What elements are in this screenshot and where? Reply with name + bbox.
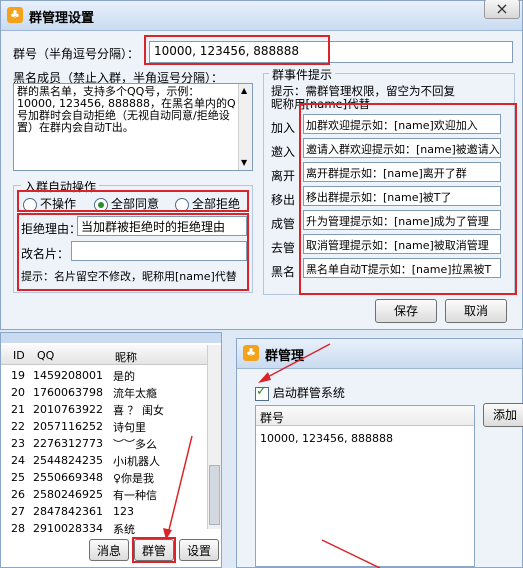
list-tabs-strip: [1, 333, 221, 343]
cell-nick: 123: [113, 505, 134, 518]
add-button[interactable]: 添加: [483, 403, 523, 427]
settings-button[interactable]: 设置: [179, 539, 219, 561]
group-manage-app-icon: ♣: [243, 345, 259, 361]
group-number-highlight: [144, 35, 330, 65]
table-row[interactable]: 22 2057116252 诗句里: [7, 418, 168, 435]
table-row[interactable]: 19 1459208001 是的: [7, 367, 168, 384]
cell-qq: 2057116252: [33, 420, 103, 433]
cell-nick: 喜 ？ 闺女: [113, 403, 164, 417]
list-header: ID QQ 昵称: [1, 345, 207, 365]
events-legend: 群事件提示: [269, 66, 336, 83]
reject-highlight: [17, 213, 249, 291]
cell-nick: 系统: [113, 522, 135, 536]
cell-id: 21: [11, 403, 25, 416]
table-row[interactable]: 21 2010763922 喜 ？ 闺女: [7, 401, 168, 418]
cell-qq: 2580246925: [33, 488, 103, 501]
group-list-col[interactable]: 群号: [260, 409, 284, 426]
event-label-promote: 成管: [271, 217, 296, 231]
cell-id: 22: [11, 420, 25, 433]
list-scrollbar[interactable]: [207, 345, 221, 529]
blacklist-scrollbar[interactable]: ▲ ▼: [238, 84, 252, 170]
table-row[interactable]: 20 1760063798 流年太瘾: [7, 384, 168, 401]
event-label-leave: 离开: [271, 169, 296, 183]
cell-nick: 流年太瘾: [113, 386, 157, 400]
list-scroll-thumb[interactable]: [209, 465, 220, 525]
cell-id: 26: [11, 488, 25, 501]
cell-nick: 有一种信: [113, 488, 157, 502]
scroll-up-icon[interactable]: ▲: [241, 85, 247, 97]
enable-checkbox[interactable]: ✓ 启动群管系统: [255, 384, 345, 401]
group-manage-window: ♣ 群管理 ✓ 启动群管系统 群号 10000, 123456, 888888 …: [236, 338, 523, 568]
group-manage-title: 群管理: [265, 349, 305, 364]
event-input-promote[interactable]: 升为管理提示如：[name]成为了管理: [303, 210, 501, 230]
table-row[interactable]: 25 2550669348 ♀你是我: [7, 469, 168, 486]
cell-qq: 2544824235: [33, 454, 103, 467]
event-input-invite[interactable]: 邀请入群欢迎提示如：[name]被邀请入: [303, 138, 501, 158]
event-input-demote[interactable]: 取消管理提示如：[name]被取消管理: [303, 234, 501, 254]
save-button[interactable]: 保存: [375, 299, 437, 323]
group-list-header: 群号: [256, 406, 474, 426]
cell-nick: ︶︶多么: [113, 437, 157, 451]
checkbox-box[interactable]: ✓: [255, 383, 269, 401]
radio-highlight: [17, 190, 249, 212]
cell-id: 23: [11, 437, 25, 450]
cell-nick: 诗句里: [113, 420, 146, 434]
blacklist-text: 群的黑名单，支持多个QQ号，示例：10000, 123456, 888888，在…: [17, 85, 236, 134]
col-nick[interactable]: 昵称: [115, 349, 137, 365]
cell-qq: 2550669348: [33, 471, 103, 484]
cell-qq: 2847842361: [33, 505, 103, 518]
member-list-window: ID QQ 昵称 19 1459208001 是的 20 1760063798 流年太瘾 2…: [0, 332, 222, 568]
cell-id: 28: [11, 522, 25, 535]
event-label-demote: 去管: [271, 241, 296, 255]
col-id[interactable]: ID: [13, 349, 25, 362]
cell-id: 27: [11, 505, 25, 518]
event-input-join[interactable]: 加群欢迎提示如：[name]欢迎加入: [303, 114, 501, 134]
group-list-item[interactable]: 10000, 123456, 888888: [260, 432, 393, 445]
cell-qq: 1760063798: [33, 386, 103, 399]
table-row[interactable]: 28 2910028334 系统: [7, 520, 168, 537]
cell-nick: ♀你是我: [113, 471, 155, 485]
group-manage-title-bar: ♣ 群管理: [237, 339, 522, 369]
scroll-down-icon[interactable]: ▼: [241, 157, 247, 169]
close-icon: ×: [495, 0, 509, 18]
app-icon: ♣: [7, 7, 23, 23]
group-settings-window: ♣ 群管理设置 × 群号（半角逗号分隔）： 10000, 123456, 888…: [0, 0, 523, 330]
check-icon: ✓: [256, 383, 267, 399]
event-label-join: 加入: [271, 121, 296, 135]
close-button[interactable]: ×: [484, 0, 520, 19]
enable-checkbox-label: 启动群管系统: [272, 386, 345, 400]
event-input-blacklist[interactable]: 黑名单自动T提示如：[name]拉黑被T: [303, 258, 501, 278]
blacklist-textarea[interactable]: 群的黑名单，支持多个QQ号，示例：10000, 123456, 888888，在…: [13, 83, 253, 171]
cell-qq: 2910028334: [33, 522, 103, 535]
message-button[interactable]: 消息: [89, 539, 129, 561]
col-qq[interactable]: QQ: [37, 349, 54, 362]
cell-nick: 小i机器人: [113, 454, 161, 468]
cell-id: 20: [11, 386, 25, 399]
group-list-box: 群号 10000, 123456, 888888: [255, 405, 475, 567]
member-table: 19 1459208001 是的 20 1760063798 流年太瘾 21 20107639…: [7, 367, 168, 537]
cell-qq: 2010763922: [33, 403, 103, 416]
table-row[interactable]: 24 2544824235 小i机器人: [7, 452, 168, 469]
cell-id: 24: [11, 454, 25, 467]
cell-id: 25: [11, 471, 25, 484]
window-title: 群管理设置: [29, 11, 95, 26]
event-label-blacklist: 黑名: [271, 265, 296, 279]
group-manage-highlight: [132, 537, 176, 563]
cancel-button[interactable]: 取消: [445, 299, 507, 323]
event-label-kick: 移出: [271, 193, 296, 207]
cell-nick: 是的: [113, 369, 135, 383]
event-input-kick[interactable]: 移出群提示如：[name]被T了: [303, 186, 501, 206]
cell-qq: 2276312773: [33, 437, 103, 450]
table-row[interactable]: 23 2276312773 ︶︶多么: [7, 435, 168, 452]
group-number-label: 群号（半角逗号分隔）：: [13, 47, 140, 61]
cell-id: 19: [11, 369, 25, 382]
table-row[interactable]: 27 2847842361 123: [7, 503, 168, 520]
event-label-invite: 邀入: [271, 145, 296, 159]
event-input-leave[interactable]: 离开群提示如：[name]离开了群: [303, 162, 501, 182]
title-bar: ♣ 群管理设置 ×: [1, 0, 522, 31]
cell-qq: 1459208001: [33, 369, 103, 382]
table-row[interactable]: 26 2580246925 有一种信: [7, 486, 168, 503]
